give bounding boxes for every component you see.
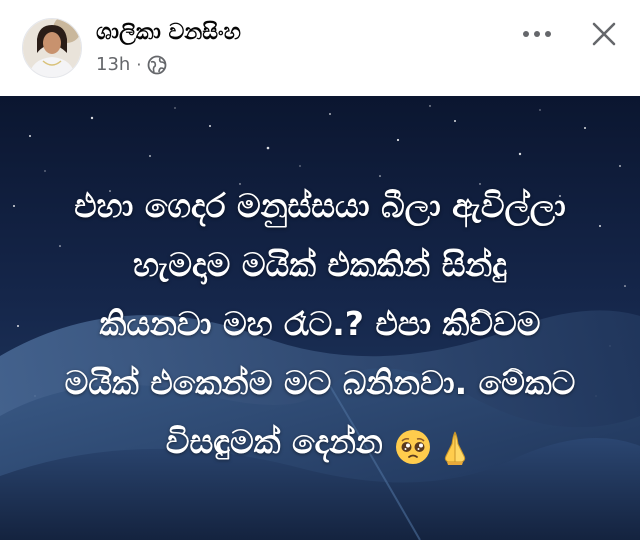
- emoji-row: [394, 425, 474, 465]
- post-header: ශාලිකා වනසිංහ 13h ·: [0, 0, 640, 96]
- globe-icon[interactable]: [147, 55, 167, 75]
- caption-line-last: විසඳුමක් දෙන්න: [30, 412, 610, 471]
- post-time[interactable]: 13h: [96, 54, 130, 75]
- avatar[interactable]: [22, 18, 82, 78]
- caption-line: මයික් එකෙන්ම මට බනිනවා. මේකට: [64, 363, 576, 402]
- meta-separator: ·: [136, 55, 142, 74]
- more-horizontal-icon[interactable]: [520, 22, 554, 46]
- author-name[interactable]: ශාලිකා වනසිංහ: [96, 20, 241, 45]
- image-caption-text: එහා ගෙදර මනුස්සයා බීලා ඇවිල්ලා හැමදාම මය…: [30, 176, 610, 471]
- caption-line: කියනවා මහ රෑට.? එපා කිව්වම: [99, 304, 541, 343]
- caption-line: හැමදාම මයික් එකකින් සින්දු: [133, 245, 507, 284]
- post-image[interactable]: එහා ගෙදර මනුස්සයා බීලා ඇවිල්ලා හැමදාම මය…: [0, 96, 640, 540]
- folded-hands-emoji: [436, 425, 474, 465]
- pleading-face-emoji: [394, 425, 432, 464]
- caption-line: එහා ගෙදර මනුස්සයා බීලා ඇවිල්ලා: [74, 186, 566, 225]
- post-footer: [0, 540, 640, 552]
- post-meta: 13h ·: [96, 54, 167, 75]
- close-icon[interactable]: [588, 18, 620, 50]
- caption-line: විසඳුමක් දෙන්න: [165, 422, 383, 461]
- avatar-photo: [23, 19, 81, 77]
